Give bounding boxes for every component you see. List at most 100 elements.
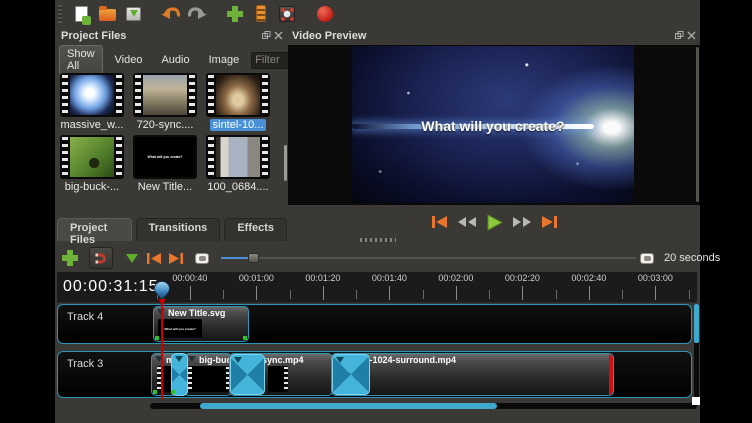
jump-to-end-button[interactable] [541, 215, 558, 229]
add-marker-button[interactable] [121, 247, 143, 269]
track-row-track-4[interactable]: Track 4New Title.svgWhat will you create… [57, 304, 692, 344]
timeline-ruler[interactable]: 00:00:31:15 00:00:4000:01:0000:01:2000:0… [57, 272, 697, 303]
rewind-button[interactable] [457, 216, 477, 228]
transition-menu-chevron-icon[interactable] [234, 357, 242, 367]
transition-menu-chevron-icon[interactable] [336, 357, 344, 367]
toolbar-drag-handle[interactable] [58, 5, 62, 23]
timeline-vertical-scrollbar[interactable] [694, 304, 699, 399]
clip-menu-chevron-icon[interactable] [188, 356, 196, 366]
close-panel-icon[interactable] [274, 31, 283, 40]
playhead-arrow [158, 299, 166, 309]
file-label: big-buck-... [57, 181, 127, 193]
filmstrip-thumbnail [206, 73, 270, 117]
file-item[interactable]: What will you create? New Title... [130, 135, 200, 193]
filter-row: Show AllVideoAudioImage [59, 49, 285, 71]
preview-scrollbar[interactable] [696, 47, 699, 202]
playhead-timecode: 00:00:31:15 [63, 278, 159, 296]
main-toolbar [55, 0, 700, 27]
timeline-horizontal-scrollbar[interactable] [150, 403, 697, 409]
clip[interactable]: New Title.svgWhat will you create? [153, 306, 249, 342]
filter-input[interactable] [251, 52, 293, 69]
fast-forward-button[interactable] [512, 216, 532, 228]
thumbnail-art: What will you create? [135, 137, 195, 177]
ruler-time-label: 00:01:20 [305, 273, 340, 283]
tab-transitions[interactable]: Transitions [136, 218, 221, 241]
timeline-zoom-slider[interactable] [221, 248, 636, 268]
file-item[interactable]: massive_w... [57, 73, 127, 131]
file-label: sintel-10... [210, 119, 267, 131]
float-panel-icon[interactable] [675, 31, 684, 40]
ruler-tick [689, 290, 690, 299]
filter-button-video[interactable]: Video [108, 52, 150, 68]
close-panel-icon[interactable] [687, 31, 696, 40]
ruler-scale[interactable]: 00:00:4000:01:0000:01:2000:01:4000:02:00… [150, 272, 697, 303]
ruler-tick [589, 286, 590, 300]
clip[interactable]: sintel-1024-surround.mp4 [331, 353, 614, 396]
file-item[interactable]: 720-sync.... [130, 73, 200, 131]
hscroll-thumb[interactable] [200, 403, 497, 409]
preview-area: What will you create? [288, 45, 700, 205]
open-project-button[interactable] [96, 3, 118, 25]
float-panel-icon[interactable] [262, 31, 271, 40]
ruler-tick [190, 286, 191, 300]
new-project-button[interactable] [70, 3, 92, 25]
transition-overlay[interactable] [332, 354, 370, 395]
new-file-icon [75, 6, 88, 22]
file-item[interactable]: 100_0684.... [203, 135, 273, 193]
track-row-track-3[interactable]: Track 3mbig-buck-720-sync.mp4sintel-1024… [57, 351, 692, 398]
filmstrip-holes [188, 367, 192, 391]
snapping-toggle-button[interactable] [89, 247, 113, 269]
ruler-tick [323, 286, 324, 300]
filmstrip-thumbnail [60, 135, 124, 179]
export-video-button[interactable] [276, 3, 298, 25]
clip-thumbnail [268, 366, 288, 392]
openshot-window: Project Files Show All VideoAudio Image ma… [55, 0, 700, 423]
clip-thumbnail: What will you create? [158, 319, 202, 338]
clip[interactable]: big-buck- [184, 353, 232, 396]
save-project-button[interactable] [122, 3, 144, 25]
jump-to-start-button[interactable] [431, 215, 448, 229]
vscroll-thumb[interactable] [694, 304, 699, 343]
zoom-scale-icon [640, 253, 654, 264]
filter-button-show-all[interactable]: Show All [59, 45, 103, 75]
undo-button[interactable] [160, 3, 182, 25]
transition-menu-chevron-icon[interactable] [175, 356, 183, 366]
tab-project-files[interactable]: Project Files [57, 218, 132, 241]
zoom-slider-knob[interactable] [248, 253, 259, 263]
filter-button-image[interactable]: Image [202, 52, 247, 68]
center-playhead-icon [195, 253, 209, 264]
import-files-button[interactable] [224, 3, 246, 25]
ruler-tick [256, 286, 257, 300]
splitter-handle[interactable] [360, 238, 396, 242]
tab-effects[interactable]: Effects [224, 218, 287, 241]
record-button[interactable] [314, 3, 336, 25]
filmstrip-thumbnail [133, 73, 197, 117]
playhead-marker[interactable] [154, 281, 170, 300]
ruler-tick [655, 286, 656, 300]
transition-overlay[interactable] [230, 354, 265, 395]
ruler-tick [522, 286, 523, 300]
thumbnail-art [143, 75, 187, 115]
plus-icon [62, 250, 78, 266]
zoom-scale-button[interactable] [636, 247, 658, 269]
thumbnail-text: What will you create? [148, 155, 183, 159]
add-track-button[interactable] [59, 247, 81, 269]
previous-marker-button[interactable] [143, 247, 165, 269]
project-files-title: Project Files [61, 30, 126, 42]
clip-label: New Title.svg [168, 308, 225, 318]
choose-profile-button[interactable] [250, 3, 272, 25]
clip[interactable]: 720-sync.mp4 [229, 353, 333, 396]
center-playhead-button[interactable] [191, 247, 213, 269]
redo-button[interactable] [186, 3, 208, 25]
resize-grip[interactable] [692, 397, 700, 405]
green-down-arrow-icon [126, 254, 138, 269]
filter-button-audio[interactable]: Audio [154, 52, 196, 68]
video-preview-panel: Video Preview What will you create? [288, 27, 700, 236]
zoom-level-label: 20 seconds [664, 252, 720, 264]
file-label: New Title... [130, 181, 200, 193]
next-marker-button[interactable] [165, 247, 187, 269]
file-item[interactable]: sintel-10... [203, 73, 273, 131]
file-item[interactable]: big-buck-... [57, 135, 127, 193]
project-files-scrollbar[interactable] [284, 145, 287, 181]
play-button[interactable] [486, 214, 503, 231]
